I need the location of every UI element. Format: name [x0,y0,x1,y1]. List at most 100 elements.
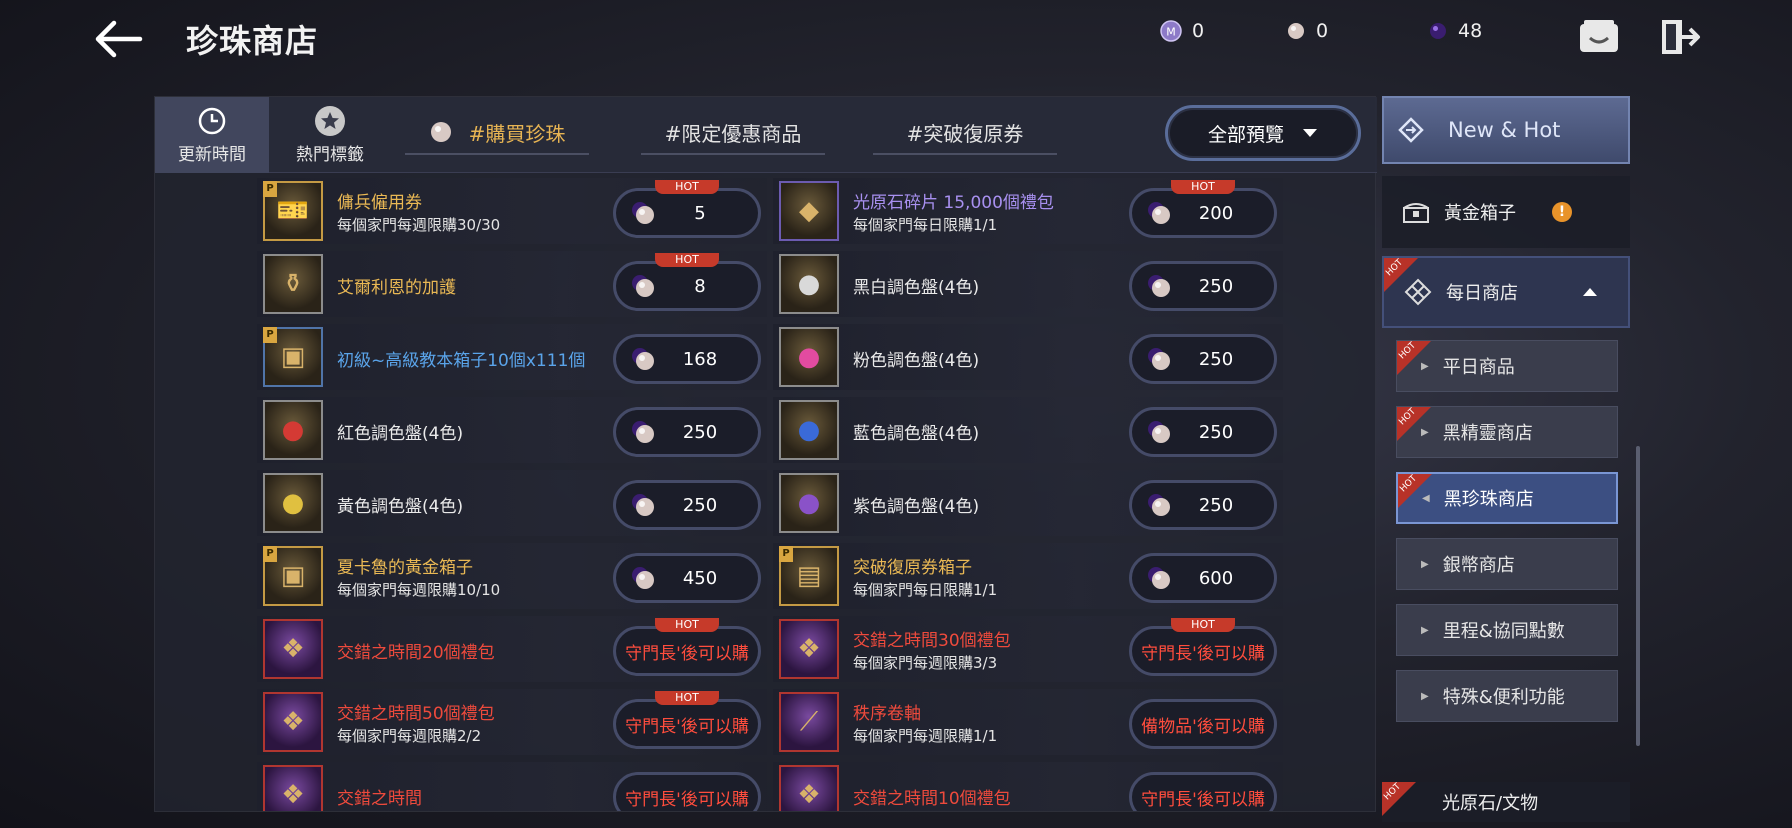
price-button[interactable]: 守門長'後可以購 [613,699,761,749]
item-row[interactable]: ◆ 光原石碎片 15,000個禮包 每個家門每日限購1/1 HOT 200 [773,178,1283,244]
item-row[interactable]: 🎫 P 傭兵僱用券 每個家門每週限購30/30 HOT 5 [257,178,767,244]
submenu-item-label: 銀幣商店 [1442,555,1515,576]
mileage-currency: M 0 [1160,20,1204,42]
item-row[interactable]: ▣ P 夏卡魯的黃金箱子 每個家門每週限購10/10 450 [257,543,767,609]
submenu-item[interactable]: ▶ 里程&協同點數 [1396,604,1618,656]
item-row[interactable]: ● 藍色調色盤(4色) 250 [773,397,1283,463]
item-row[interactable]: ❖ 交錯之時間20個禮包 HOT 守門長'後可以購 [257,616,767,682]
price-value: 250 [682,421,718,443]
item-name: 交錯之時間20個禮包 [337,643,495,663]
tab-popular-tags[interactable]: 熱門標籤 [273,97,387,173]
price-button[interactable]: 250 [1129,334,1277,384]
item-name: 黃色調色盤(4色) [337,497,464,517]
item-box-icon: ▤ P [779,546,839,606]
alert-badge: ! [1552,202,1572,222]
pearl-price-icon [1148,348,1170,370]
price-button[interactable]: 250 [1129,407,1277,457]
price-button[interactable]: 守門長'後可以購 [1129,772,1277,811]
item-row[interactable]: ❖ 交錯之時間10個禮包 守門長'後可以購 [773,762,1283,811]
new-and-hot-label: New & Hot [1448,118,1561,142]
hot-tag: HOT [655,180,719,194]
price-button[interactable]: 250 [613,480,761,530]
item-row[interactable]: ▣ P 初級~高級教本箱子10個x111個 168 [257,324,767,390]
item-glyph: ❖ [797,634,821,664]
item-glyph: ● [797,269,821,299]
new-and-hot-button[interactable]: New & Hot [1382,96,1630,164]
category-gold-box[interactable]: 黃金箱子 ! [1382,176,1630,248]
hot-tag: HOT [1171,180,1235,194]
caret-up-icon [1583,288,1597,296]
exit-door-icon[interactable] [1656,14,1702,60]
item-row[interactable]: ❖ 交錯之時間50個禮包 每個家門每週限購2/2 HOT 守門長'後可以購 [257,689,767,755]
tab-limited-offers[interactable]: #限定優惠商品 [641,111,825,155]
pearl-price-icon [632,275,654,297]
price-button[interactable]: 8 [613,261,761,311]
price-button[interactable]: 200 [1129,188,1277,238]
price-button[interactable]: 5 [613,188,761,238]
submenu-item[interactable]: HOT ▶ 黑精靈商店 [1396,406,1618,458]
item-bottle-icon: ⚱ [263,254,323,314]
item-glyph: ● [281,488,305,518]
price-value: 168 [682,348,718,370]
price-button[interactable]: 250 [613,407,761,457]
submenu-item[interactable]: ▶ 銀幣商店 [1396,538,1618,590]
item-name: 交錯之時間10個禮包 [853,789,1011,809]
tab-breakthrough-ticket[interactable]: #突破復原券 [873,111,1057,155]
item-row[interactable]: ❖ 交錯之時間30個禮包 每個家門每週限購3/3 HOT 守門長'後可以購 [773,616,1283,682]
submenu-item-label: 黑珍珠商店 [1443,489,1534,510]
filter-dropdown[interactable]: 全部預覽 [1165,105,1361,161]
item-name: 艾爾利恩的加護 [337,278,456,298]
price-value: 250 [1198,421,1234,443]
item-purchase-limit: 每個家門每日限購1/1 [853,216,998,234]
price-button[interactable]: 250 [1129,480,1277,530]
category-light-stone[interactable]: HOT 光原石/文物 [1382,782,1630,822]
item-row[interactable]: ▤ P 突破復原券箱子 每個家門每日限購1/1 600 [773,543,1283,609]
submenu-item-label: 里程&協同點數 [1442,621,1565,642]
price-button[interactable]: 450 [613,553,761,603]
item-scroll-icon: ⟋ [779,692,839,752]
price-value: 250 [1198,494,1234,516]
item-time-icon: ❖ [263,692,323,752]
item-crystal-icon: ◆ [779,181,839,241]
item-time-icon: ❖ [779,619,839,679]
item-name: 光原石碎片 15,000個禮包 [853,193,1054,213]
price-value: 250 [1198,348,1234,370]
item-row[interactable]: ● 粉色調色盤(4色) 250 [773,324,1283,390]
item-row[interactable]: ● 紫色調色盤(4色) 250 [773,470,1283,536]
filter-dropdown-label: 全部預覽 [1207,123,1284,146]
price-button[interactable]: 備物品'後可以購 [1129,699,1277,749]
price-button[interactable]: 250 [1129,261,1277,311]
pearl-price-icon [1148,275,1170,297]
price-button[interactable]: 168 [613,334,761,384]
item-name: 夏卡魯的黃金箱子 [337,558,473,578]
item-row[interactable]: ⚱ 艾爾利恩的加護 HOT 8 [257,251,767,317]
pearl-price-icon [632,348,654,370]
item-purchase-limit: 每個家門每週限購10/10 [337,581,501,599]
item-glyph: ● [797,342,821,372]
rail-scrollbar[interactable] [1636,446,1640,746]
item-row[interactable]: ● 黃色調色盤(4色) 250 [257,470,767,536]
item-row[interactable]: ● 黑白調色盤(4色) 250 [773,251,1283,317]
category-daily-shop[interactable]: HOT 每日商店 [1382,256,1630,328]
tab-update-time[interactable]: 更新時間 [155,97,269,173]
submenu-item[interactable]: HOT ◀ 黑珍珠商店 [1396,472,1618,524]
category-daily-shop-label: 每日商店 [1446,283,1518,304]
back-arrow-icon[interactable] [92,14,148,64]
item-row[interactable]: ● 紅色調色盤(4色) 250 [257,397,767,463]
price-button[interactable]: 守門長'後可以購 [613,772,761,811]
submenu-item[interactable]: ▶ 特殊&便利功能 [1396,670,1618,722]
price-button[interactable]: 守門長'後可以購 [613,626,761,676]
pearl-price-icon [1148,567,1170,589]
item-glyph: ● [797,488,821,518]
price-button[interactable]: 600 [1129,553,1277,603]
price-value: 250 [1198,275,1234,297]
item-purchase-limit: 每個家門每週限購3/3 [853,654,998,672]
price-button[interactable]: 守門長'後可以購 [1129,626,1277,676]
item-row[interactable]: ❖ 交錯之時間 守門長'後可以購 [257,762,767,811]
tab-buy-pearl[interactable]: #購買珍珠 [405,111,589,155]
submenu-item[interactable]: HOT ▶ 平日商品 [1396,340,1618,392]
storage-box-icon[interactable] [1576,14,1622,60]
item-name: 初級~高級教本箱子10個x111個 [337,351,586,371]
item-name: 粉色調色盤(4色) [853,351,980,371]
item-row[interactable]: ⟋ 秩序卷軸 每個家門每週限購1/1 備物品'後可以購 [773,689,1283,755]
